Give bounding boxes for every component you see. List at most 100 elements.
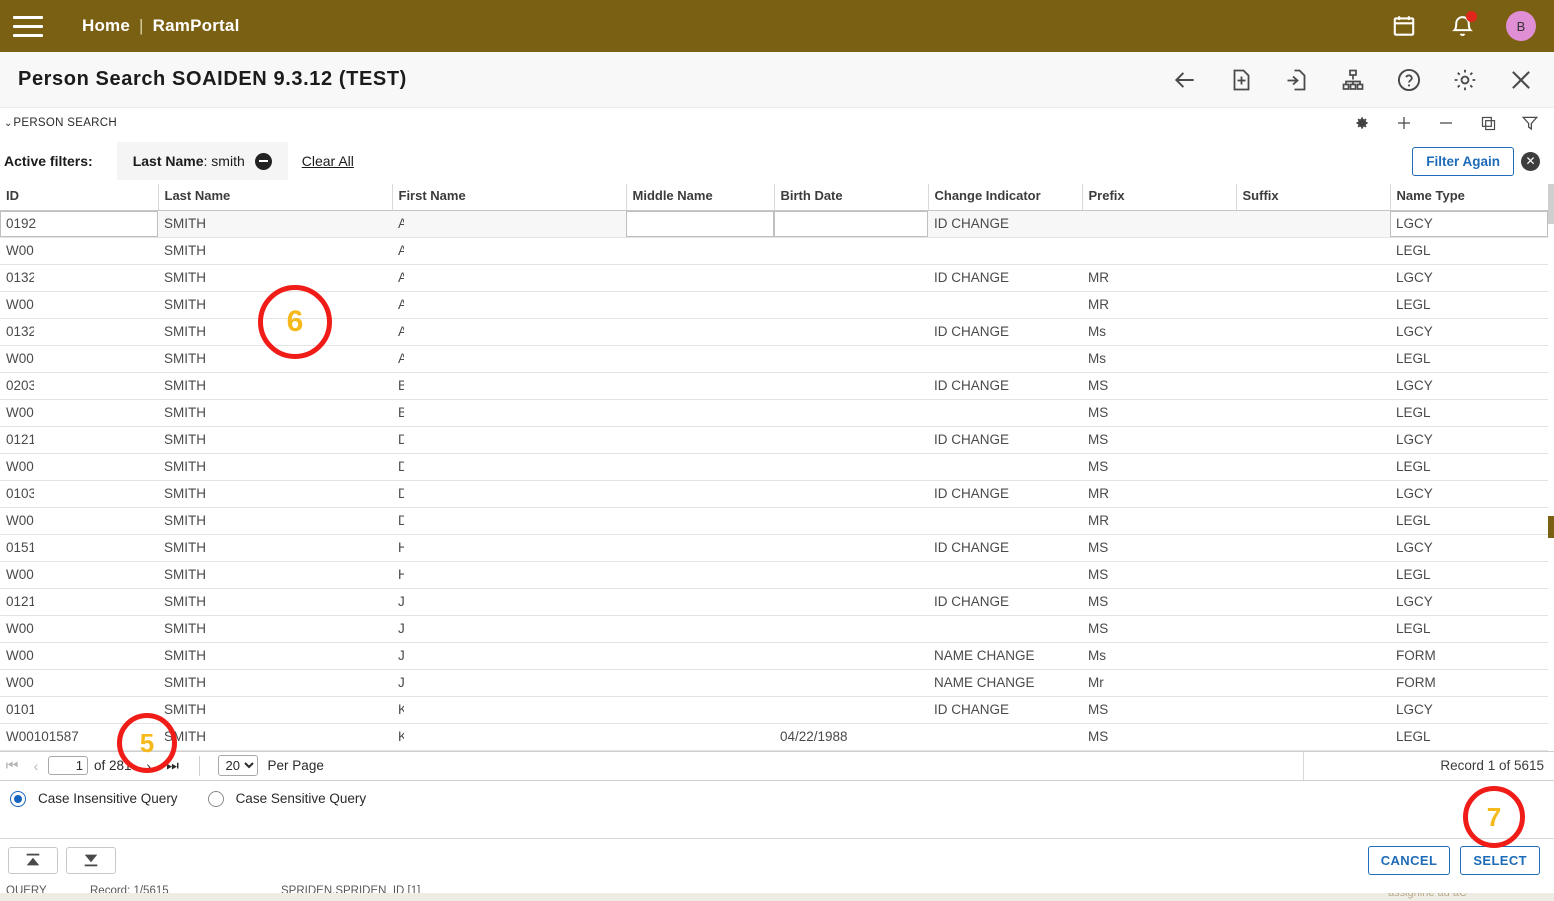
cell-middle[interactable] bbox=[626, 615, 774, 642]
cell-id[interactable]: 0151 bbox=[0, 534, 158, 561]
table-row[interactable]: W00SMITHJENNAME CHANGEMsFORM bbox=[0, 642, 1548, 669]
cell-suffix[interactable] bbox=[1236, 399, 1390, 426]
cell-suffix[interactable] bbox=[1236, 426, 1390, 453]
cell-nametype[interactable]: LEGL bbox=[1390, 345, 1548, 372]
cell-first[interactable]: JO bbox=[392, 669, 626, 696]
cell-change[interactable] bbox=[928, 345, 1082, 372]
cell-first[interactable]: HA bbox=[392, 561, 626, 588]
table-row[interactable]: 0151SMITHHAID CHANGEMSLGCY bbox=[0, 534, 1548, 561]
cell-first[interactable]: AN bbox=[392, 264, 626, 291]
page-number-input[interactable] bbox=[48, 756, 88, 775]
cell-birth[interactable] bbox=[774, 210, 928, 237]
cell-id[interactable]: 0103 bbox=[0, 480, 158, 507]
cell-nametype[interactable]: LGCY bbox=[1390, 372, 1548, 399]
cell-birth[interactable] bbox=[774, 561, 928, 588]
cell-middle[interactable] bbox=[626, 345, 774, 372]
cell-change[interactable] bbox=[928, 615, 1082, 642]
cell-change[interactable]: ID CHANGE bbox=[928, 480, 1082, 507]
cell-id[interactable]: W00 bbox=[0, 453, 158, 480]
cell-last[interactable]: SMITH bbox=[158, 480, 392, 507]
cell-nametype[interactable]: LGCY bbox=[1390, 210, 1548, 237]
cell-suffix[interactable] bbox=[1236, 453, 1390, 480]
cell-prefix[interactable]: MR bbox=[1082, 291, 1236, 318]
cell-first[interactable]: JEN bbox=[392, 642, 626, 669]
cell-change[interactable] bbox=[928, 291, 1082, 318]
cell-prefix[interactable]: Mr bbox=[1082, 669, 1236, 696]
table-row[interactable]: 0132SMITHANID CHANGEMsLGCY bbox=[0, 318, 1548, 345]
cell-suffix[interactable] bbox=[1236, 642, 1390, 669]
cell-first[interactable]: AN bbox=[392, 318, 626, 345]
column-header-change-indicator[interactable]: Change Indicator bbox=[928, 184, 1082, 210]
cell-nametype[interactable]: LEGL bbox=[1390, 723, 1548, 750]
cell-first[interactable]: KA bbox=[392, 696, 626, 723]
cell-birth[interactable] bbox=[774, 453, 928, 480]
cell-prefix[interactable]: MS bbox=[1082, 426, 1236, 453]
cell-first[interactable]: DW bbox=[392, 507, 626, 534]
cell-change[interactable]: ID CHANGE bbox=[928, 264, 1082, 291]
cell-id[interactable]: 0121 bbox=[0, 426, 158, 453]
cell-birth[interactable] bbox=[774, 696, 928, 723]
cell-birth[interactable] bbox=[774, 372, 928, 399]
cell-last[interactable]: SMITH bbox=[158, 561, 392, 588]
column-header-id[interactable]: ID bbox=[0, 184, 158, 210]
cell-nametype[interactable]: LGCY bbox=[1390, 588, 1548, 615]
cell-first[interactable]: AD bbox=[392, 237, 626, 264]
cell-suffix[interactable] bbox=[1236, 723, 1390, 750]
cell-birth[interactable] bbox=[774, 399, 928, 426]
copy-icon[interactable] bbox=[1478, 113, 1498, 133]
cell-birth[interactable] bbox=[774, 318, 928, 345]
cell-suffix[interactable] bbox=[1236, 210, 1390, 237]
cell-first[interactable]: JA bbox=[392, 588, 626, 615]
column-header-birth-date[interactable]: Birth Date bbox=[774, 184, 928, 210]
cell-birth[interactable] bbox=[774, 426, 928, 453]
cell-last[interactable]: SMITH bbox=[158, 615, 392, 642]
cell-middle[interactable] bbox=[626, 588, 774, 615]
calendar-icon[interactable] bbox=[1390, 12, 1418, 40]
cell-nametype[interactable]: LEGL bbox=[1390, 453, 1548, 480]
table-row[interactable]: W00SMITHJAMSLEGL bbox=[0, 615, 1548, 642]
table-row[interactable]: 0101SMITHKAID CHANGEMSLGCY bbox=[0, 696, 1548, 723]
cell-change[interactable] bbox=[928, 453, 1082, 480]
cell-id[interactable]: W00 bbox=[0, 345, 158, 372]
cell-id[interactable]: W00 bbox=[0, 291, 158, 318]
cell-last[interactable]: SMITH bbox=[158, 588, 392, 615]
cell-change[interactable] bbox=[928, 237, 1082, 264]
cell-prefix[interactable]: MS bbox=[1082, 372, 1236, 399]
cell-prefix[interactable] bbox=[1082, 237, 1236, 264]
column-header-first-name[interactable]: First Name bbox=[392, 184, 626, 210]
help-icon[interactable] bbox=[1394, 65, 1424, 95]
cell-last[interactable]: SMITH bbox=[158, 426, 392, 453]
cell-middle[interactable] bbox=[626, 669, 774, 696]
cancel-button[interactable]: CANCEL bbox=[1368, 846, 1451, 875]
cell-birth[interactable] bbox=[774, 615, 928, 642]
cell-change[interactable] bbox=[928, 723, 1082, 750]
cell-nametype[interactable]: LEGL bbox=[1390, 561, 1548, 588]
cell-middle[interactable] bbox=[626, 372, 774, 399]
cell-prefix[interactable]: MS bbox=[1082, 588, 1236, 615]
table-row[interactable]: 0103SMITHDWID CHANGEMRLGCY bbox=[0, 480, 1548, 507]
cell-birth[interactable] bbox=[774, 669, 928, 696]
table-row[interactable]: W00101587SMITHKA04/22/1988MSLEGL bbox=[0, 723, 1548, 750]
cell-change[interactable]: ID CHANGE bbox=[928, 426, 1082, 453]
cell-birth[interactable] bbox=[774, 642, 928, 669]
cell-middle[interactable] bbox=[626, 426, 774, 453]
cell-first[interactable]: JA bbox=[392, 615, 626, 642]
table-row[interactable]: 0132SMITHANID CHANGEMRLGCY bbox=[0, 264, 1548, 291]
cell-middle[interactable] bbox=[626, 237, 774, 264]
cell-prefix[interactable]: MS bbox=[1082, 723, 1236, 750]
cell-suffix[interactable] bbox=[1236, 291, 1390, 318]
cell-prefix[interactable]: Ms bbox=[1082, 642, 1236, 669]
cell-birth[interactable] bbox=[774, 237, 928, 264]
cell-id[interactable]: W00 bbox=[0, 669, 158, 696]
column-header-last-name[interactable]: Last Name bbox=[158, 184, 392, 210]
cell-last[interactable]: SMITH bbox=[158, 642, 392, 669]
cell-last[interactable]: SMITH bbox=[158, 237, 392, 264]
cell-suffix[interactable] bbox=[1236, 237, 1390, 264]
cell-first[interactable]: BE bbox=[392, 372, 626, 399]
chevron-down-icon[interactable]: ⌄ bbox=[4, 118, 12, 129]
cell-birth[interactable] bbox=[774, 534, 928, 561]
table-row[interactable]: W00SMITHANMsLEGL bbox=[0, 345, 1548, 372]
cell-first[interactable]: HA bbox=[392, 534, 626, 561]
cell-change[interactable]: ID CHANGE bbox=[928, 588, 1082, 615]
cell-suffix[interactable] bbox=[1236, 669, 1390, 696]
